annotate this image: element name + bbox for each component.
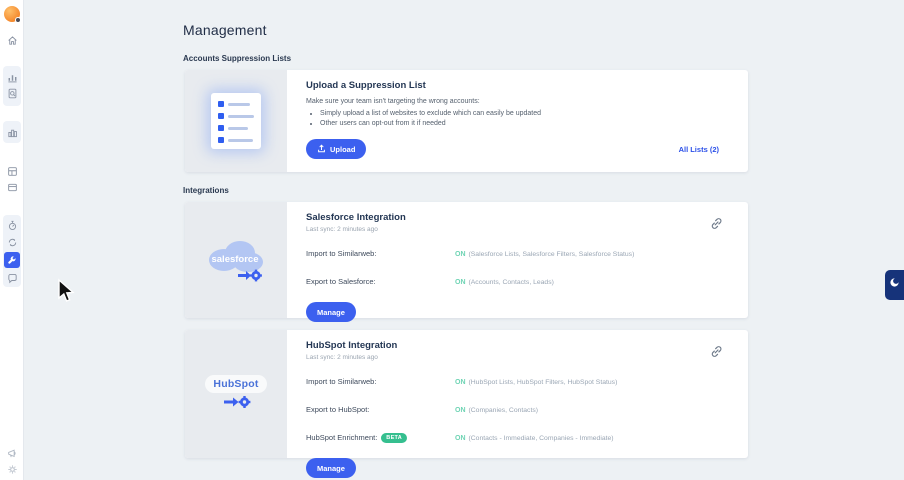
- upload-icon: [317, 144, 326, 155]
- feedback-tab[interactable]: [885, 270, 904, 300]
- integration-link-icon[interactable]: [709, 344, 724, 359]
- section-label-suppression: Accounts Suppression Lists: [183, 54, 292, 63]
- sidebar: [0, 0, 24, 480]
- app-logo[interactable]: [4, 6, 21, 23]
- home-icon[interactable]: [6, 34, 18, 46]
- manage-hubspot-button[interactable]: Manage: [306, 458, 356, 478]
- suppression-card-illustration-panel: [185, 70, 287, 172]
- bullet-item: Other users can opt-out from it if neede…: [320, 120, 720, 127]
- hubspot-integration-card: HubSpot HubSpot Integration Last sync: 2…: [185, 330, 748, 478]
- stopwatch-icon[interactable]: [6, 219, 18, 231]
- status-on: ON: [455, 407, 466, 414]
- list-card-icon[interactable]: [6, 181, 18, 193]
- management-page: Management Accounts Suppression Lists Up…: [0, 0, 904, 480]
- status-on: ON: [455, 279, 466, 286]
- status-on: ON: [455, 435, 466, 442]
- chat-bubble-icon[interactable]: [6, 272, 18, 284]
- integration-row: Export to Salesforce: ON (Accounts, Conta…: [306, 277, 554, 286]
- upload-button[interactable]: Upload: [306, 139, 367, 159]
- salesforce-card-title: Salesforce Integration: [306, 212, 406, 223]
- settings-gear-icon[interactable]: [6, 463, 18, 475]
- hubspot-last-sync: Last sync: 2 minutes ago: [306, 354, 378, 361]
- megaphone-icon[interactable]: [6, 447, 18, 459]
- integration-row: Import to Similarweb: ON (HubSpot Lists, …: [306, 377, 618, 386]
- suppression-card-description: Make sure your team isn't targeting the …: [306, 98, 480, 105]
- integration-row: Import to Similarweb: ON (Salesforce List…: [306, 249, 635, 258]
- logo-status-dot: [15, 17, 21, 23]
- manage-salesforce-button[interactable]: Manage: [306, 302, 356, 322]
- svg-text:salesforce: salesforce: [211, 254, 258, 265]
- suppression-card: Upload a Suppression List Make sure your…: [185, 70, 748, 172]
- salesforce-last-sync: Last sync: 2 minutes ago: [306, 226, 378, 233]
- integration-link-icon[interactable]: [709, 216, 724, 231]
- status-on: ON: [455, 251, 466, 258]
- status-on: ON: [455, 379, 466, 386]
- suppression-bullet-list: Simply upload a list of websites to excl…: [320, 110, 720, 127]
- analytics-bars-icon[interactable]: [6, 126, 18, 138]
- all-lists-link[interactable]: All Lists (2): [679, 145, 719, 154]
- beta-badge: BETA: [381, 432, 408, 443]
- bullet-item: Simply upload a list of websites to excl…: [320, 110, 720, 117]
- hubspot-logo-panel: HubSpot: [185, 330, 287, 458]
- integration-row: HubSpot Enrichment: BETA ON (Contacts - I…: [306, 432, 614, 443]
- mouse-cursor: [56, 278, 78, 309]
- similarweb-swirl-icon: [888, 276, 901, 294]
- section-label-integrations: Integrations: [183, 186, 229, 195]
- sync-icon[interactable]: [6, 236, 18, 248]
- salesforce-logo: salesforce: [200, 232, 272, 288]
- management-tools-icon-selected[interactable]: [4, 252, 20, 268]
- salesforce-logo-panel: salesforce: [185, 202, 287, 318]
- hubspot-card-title: HubSpot Integration: [306, 340, 398, 351]
- suppression-card-title: Upload a Suppression List: [306, 80, 426, 91]
- grid-apps-icon[interactable]: [6, 165, 18, 177]
- report-search-icon[interactable]: [6, 87, 18, 99]
- salesforce-integration-card: salesforce Salesforce Integration Last s…: [185, 202, 748, 322]
- integration-row: Export to HubSpot: ON (Companies, Contact…: [306, 405, 539, 414]
- traffic-chart-icon[interactable]: [6, 71, 18, 83]
- hubspot-logo: HubSpot: [197, 364, 275, 424]
- suppression-list-illustration-icon: [211, 93, 261, 149]
- page-title: Management: [183, 22, 267, 38]
